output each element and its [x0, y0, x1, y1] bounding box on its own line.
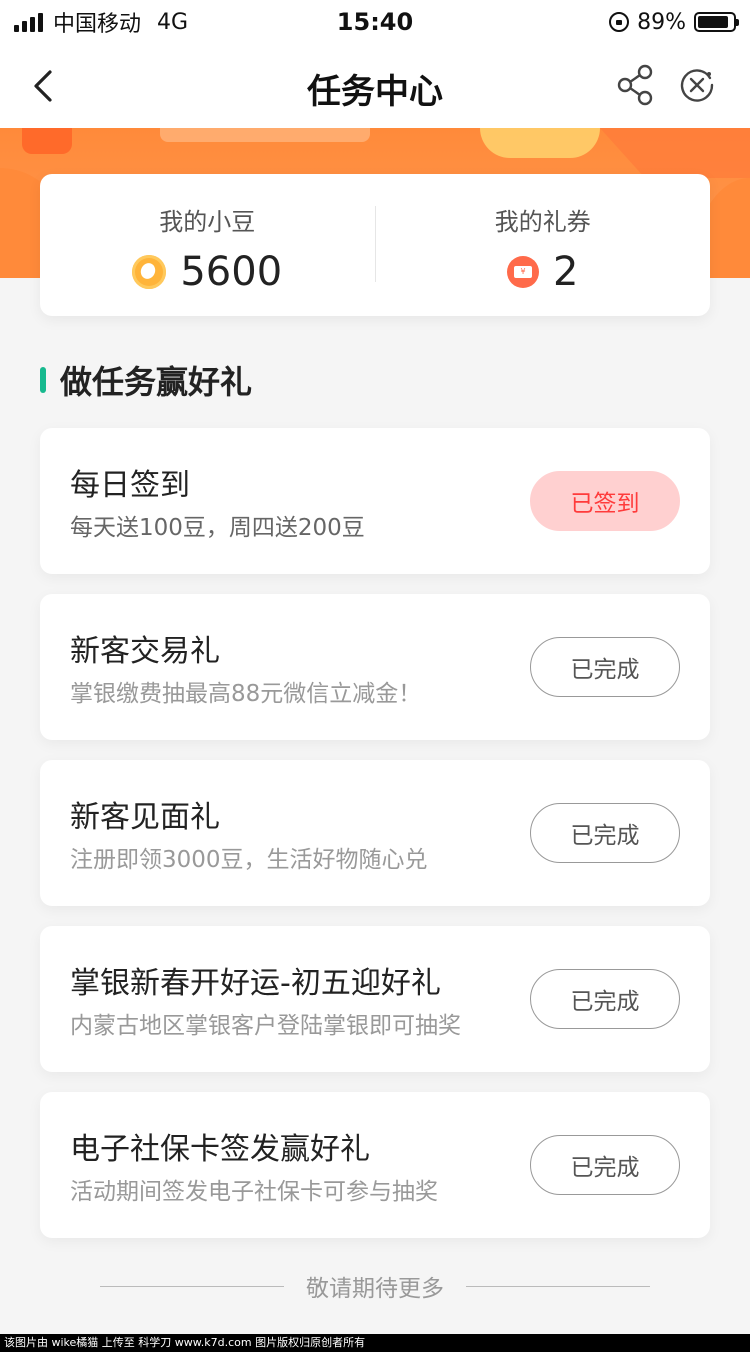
beans-value: 5600: [180, 249, 283, 295]
banner-heading-graphic: [160, 128, 370, 142]
task-card: 新客见面礼 注册即领3000豆，生活好物随心兑 已完成: [40, 760, 710, 906]
task-card: 每日签到 每天送100豆，周四送200豆 已签到: [40, 428, 710, 574]
completed-button[interactable]: 已完成: [530, 969, 680, 1029]
task-title: 新客交易礼: [70, 634, 220, 669]
share-icon[interactable]: [616, 64, 656, 106]
ticket-icon: ¥: [507, 256, 540, 288]
task-desc: 注册即领3000豆，生活好物随心兑: [70, 847, 428, 873]
task-card: 电子社保卡签发赢好礼 活动期间签发电子社保卡可参与抽奖 已完成: [40, 1092, 710, 1238]
task-title: 电子社保卡签发赢好礼: [70, 1132, 370, 1167]
task-desc: 掌银缴费抽最高88元微信立减金！: [70, 681, 422, 707]
signal-icon: [14, 12, 43, 32]
beans-label: 我的小豆: [159, 208, 256, 236]
signed-in-button[interactable]: 已签到: [530, 471, 680, 531]
battery-icon: [694, 12, 739, 32]
nav-bar: 任务中心: [0, 44, 750, 128]
task-title: 每日签到: [70, 468, 190, 503]
coupons-value: 2: [553, 249, 579, 295]
completed-button[interactable]: 已完成: [530, 1135, 680, 1195]
divider-line: [100, 1285, 284, 1287]
task-card: 掌银新春开好运-初五迎好礼 内蒙古地区掌银客户登陆掌银即可抽奖 已完成: [40, 926, 710, 1072]
task-title: 掌银新春开好运-初五迎好礼: [70, 966, 441, 1001]
network-type: 4G: [157, 9, 189, 35]
battery-percent: 89%: [637, 9, 686, 35]
banner-coins-graphic: [480, 128, 600, 158]
section-header: 做任务赢好礼: [40, 360, 253, 401]
section-accent-bar: [40, 367, 46, 393]
status-bar: 中国移动 4G 15:40 89%: [0, 0, 750, 44]
section-title: 做任务赢好礼: [60, 363, 253, 401]
banner-gift-icon: [22, 128, 72, 154]
my-coupons[interactable]: 我的礼券 ¥ 2: [376, 174, 711, 316]
task-center-page: 中国移动 4G 15:40 89% 任务中心 我的小豆 5600 我的礼券 ¥ …: [0, 0, 750, 1352]
task-card: 新客交易礼 掌银缴费抽最高88元微信立减金！ 已完成: [40, 594, 710, 740]
task-desc: 内蒙古地区掌银客户登陆掌银即可抽奖: [70, 1013, 461, 1039]
completed-button[interactable]: 已完成: [530, 637, 680, 697]
battery-fill: [698, 16, 729, 28]
more-coming-divider: 敬请期待更多: [100, 1268, 650, 1304]
completed-button[interactable]: 已完成: [530, 803, 680, 863]
carrier-name: 中国移动: [53, 12, 142, 37]
more-coming-text: 敬请期待更多: [306, 1276, 444, 1302]
divider-line: [466, 1285, 650, 1287]
task-desc: 每天送100豆，周四送200豆: [70, 515, 365, 541]
chevron-left-icon[interactable]: [28, 68, 62, 104]
watermark: 该图片由 wike橘猫 上传至 科学刀 www.k7d.com 图片版权归原创者…: [0, 1334, 750, 1352]
task-title: 新客见面礼: [70, 800, 220, 835]
close-circle-icon[interactable]: [678, 66, 716, 104]
asset-summary-card: 我的小豆 5600 我的礼券 ¥ 2: [40, 174, 710, 316]
rotation-lock-icon: [609, 12, 630, 32]
task-desc: 活动期间签发电子社保卡可参与抽奖: [70, 1179, 438, 1205]
my-beans[interactable]: 我的小豆 5600: [40, 174, 375, 316]
banner-box-graphic: [600, 128, 750, 178]
coin-icon: [132, 255, 167, 289]
coupons-label: 我的礼券: [494, 208, 591, 236]
